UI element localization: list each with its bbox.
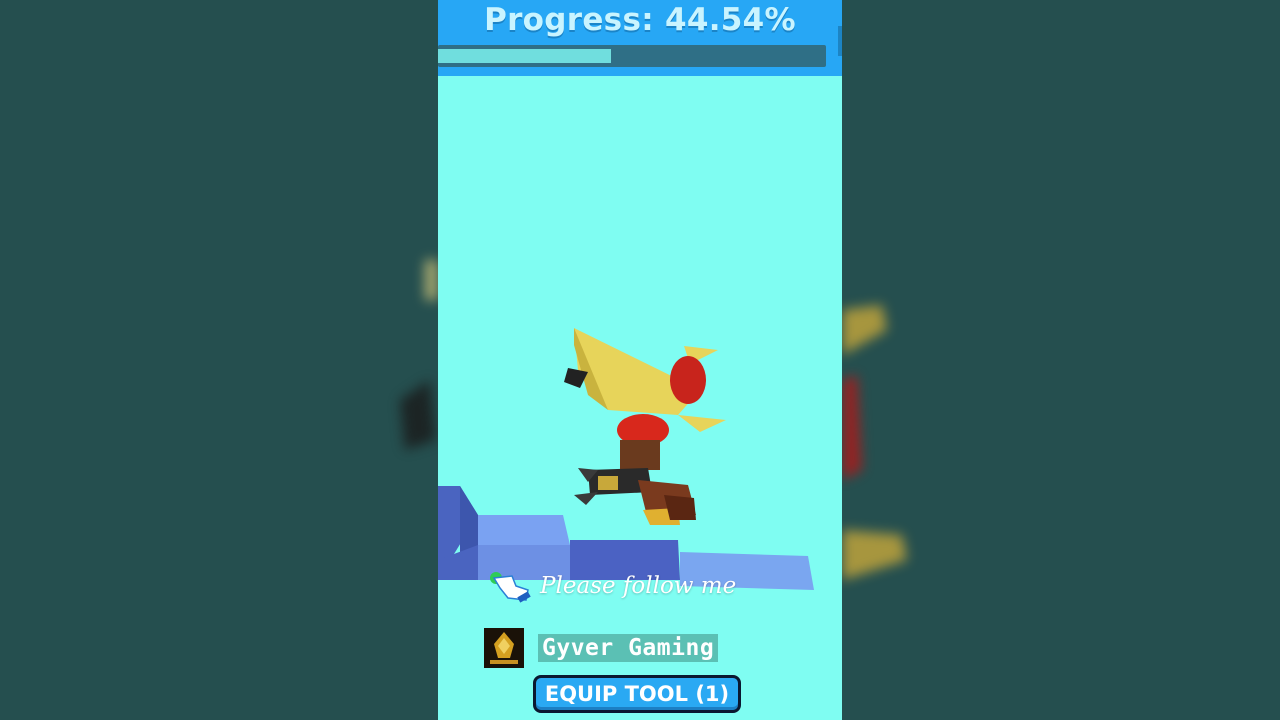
gyver-gaming-logo-icon — [484, 628, 524, 668]
game-viewport[interactable]: Progress: 44.54% Please follow me Gyver … — [438, 0, 842, 720]
progress-bar-fill — [438, 49, 611, 63]
header-edge-marker — [838, 26, 842, 56]
blurred-character-right — [842, 305, 907, 580]
blurred-character-left — [400, 260, 438, 450]
blurred-backdrop-left — [0, 0, 438, 720]
game-scene — [438, 328, 814, 590]
channel-name: Gyver Gaming — [538, 634, 719, 662]
equip-tool-button[interactable]: EQUIP TOOL (1) — [533, 675, 741, 713]
player-character — [564, 328, 726, 525]
follow-prompt: Please follow me — [488, 566, 736, 606]
channel-watermark: Gyver Gaming — [484, 628, 719, 668]
progress-header: Progress: 44.54% — [438, 0, 842, 76]
hand-pointer-icon — [490, 572, 531, 603]
progress-label: Progress: 44.54% — [484, 2, 796, 38]
progress-bar — [438, 45, 826, 67]
blurred-backdrop-right — [842, 0, 1280, 720]
follow-text: Please follow me — [540, 573, 737, 599]
